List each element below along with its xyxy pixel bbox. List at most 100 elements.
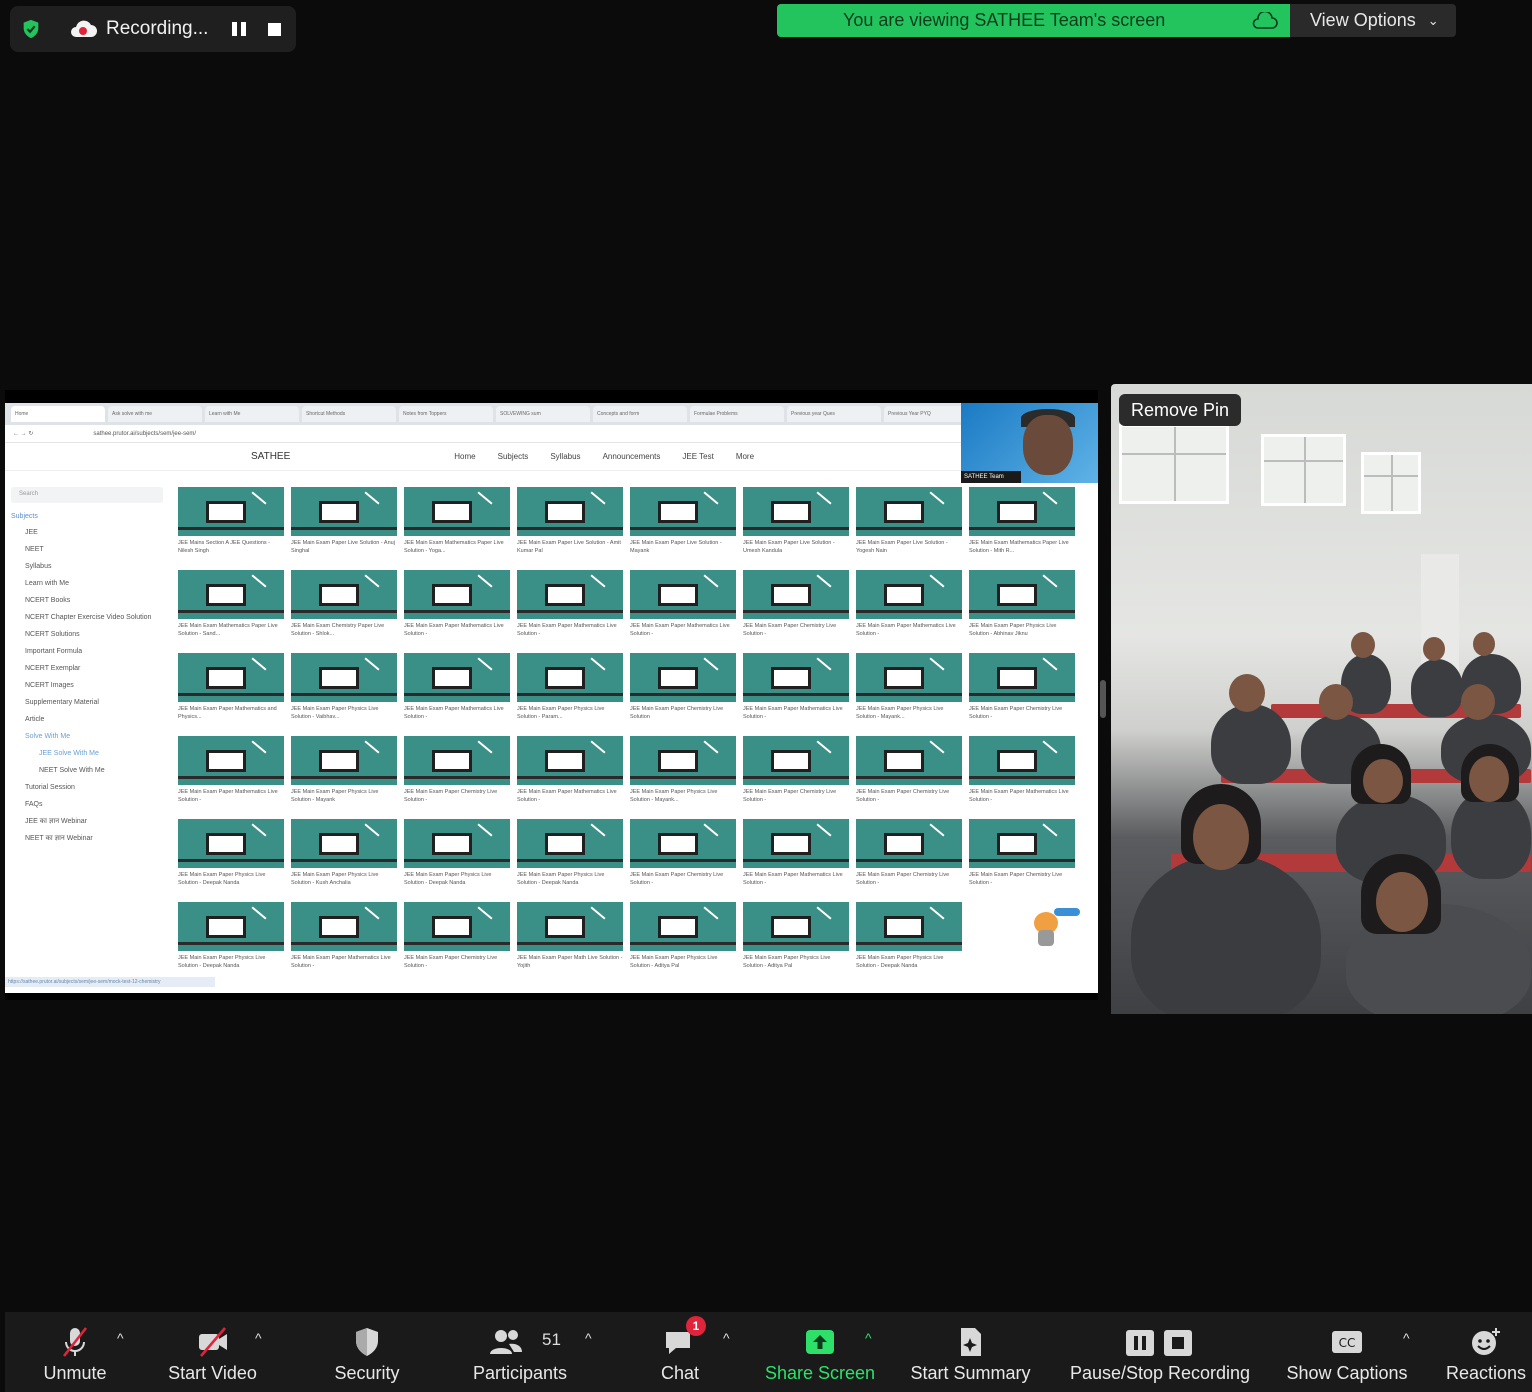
monitor-icon: [206, 667, 246, 689]
video-card: JEE Main Exam Paper Physics Live Solutio…: [178, 819, 284, 894]
video-thumbnail: [630, 819, 736, 868]
desk-shape: [969, 527, 1075, 530]
desk-shape: [969, 776, 1075, 779]
lamp-icon: [590, 657, 606, 671]
video-card-title: JEE Main Exam Paper Live Solution - Amit…: [517, 540, 621, 554]
desk-shape: [743, 776, 849, 779]
video-card: JEE Main Exam Paper Math Live Solution -…: [517, 902, 623, 977]
share-screen-button[interactable]: Share Screen: [755, 1312, 885, 1392]
subjects-sidebar: Search Subjects JEE NEET Syllabus Learn wit…: [11, 487, 163, 987]
pause-stop-recording-button[interactable]: Pause/Stop Recording: [1060, 1312, 1260, 1392]
video-card-title: JEE Main Exam Paper Live Solution - Yoge…: [856, 540, 948, 554]
video-thumbnail: [178, 653, 284, 702]
video-thumbnail: [404, 487, 510, 536]
video-card-title: JEE Main Exam Paper Mathematics Live Sol…: [969, 789, 1069, 803]
video-card: JEE Main Exam Paper Mathematics Live Sol…: [291, 902, 397, 977]
video-card: JEE Main Exam Paper Physics Live Solutio…: [291, 819, 397, 894]
remove-pin-button[interactable]: Remove Pin: [1119, 394, 1242, 426]
monitor-icon: [997, 667, 1037, 689]
chat-options-caret-icon[interactable]: ^: [723, 1330, 730, 1346]
desk-shape: [630, 693, 736, 696]
unmute-button[interactable]: Unmute: [25, 1312, 125, 1392]
browser-tab: Learn with Me: [205, 406, 299, 422]
desk-shape: [630, 942, 736, 945]
site-nav-link: Announcements: [602, 452, 661, 461]
pause-stop-icon: [1126, 1330, 1192, 1356]
video-card: JEE Main Exam Paper Physics Live Solutio…: [517, 653, 623, 728]
monitor-icon: [206, 750, 246, 772]
video-card-title: JEE Main Exam Paper Mathematics and Phys…: [178, 706, 277, 720]
monitor-icon: [319, 584, 359, 606]
security-button[interactable]: Security: [317, 1312, 417, 1392]
desk-shape: [517, 776, 623, 779]
monitor-icon: [658, 667, 698, 689]
desk-shape: [178, 859, 284, 862]
monitor-icon: [884, 833, 924, 855]
audio-options-caret-icon[interactable]: ^: [117, 1330, 124, 1346]
site-nav-link: More: [735, 452, 755, 461]
show-captions-button[interactable]: CC Show Captions: [1282, 1312, 1412, 1392]
sidebar-item: JEE Solve With Me: [39, 750, 99, 757]
lamp-icon: [251, 657, 267, 671]
lamp-icon: [703, 823, 719, 837]
chat-button[interactable]: 1 Chat: [630, 1312, 730, 1392]
start-video-button[interactable]: Start Video: [155, 1312, 270, 1392]
site-title: SATHEE: [251, 451, 291, 462]
monitor-icon: [771, 916, 811, 938]
participants-options-caret-icon[interactable]: ^: [585, 1330, 592, 1346]
pause-recording-icon[interactable]: [232, 22, 247, 36]
monitor-icon: [545, 667, 585, 689]
captions-options-caret-icon[interactable]: ^: [1403, 1330, 1410, 1346]
sidebar-item: NCERT Chapter Exercise Video Solution: [25, 614, 152, 621]
video-card-title: JEE Main Exam Paper Mathematics Live Sol…: [856, 623, 956, 637]
video-card: JEE Main Exam Paper Physics Live Solutio…: [291, 736, 397, 811]
video-card-title: JEE Main Exam Paper Mathematics Live Sol…: [517, 789, 617, 803]
video-card: JEE Main Exam Paper Chemistry Live Solut…: [630, 819, 736, 894]
student-head: [1423, 637, 1445, 661]
video-options-caret-icon[interactable]: ^: [255, 1330, 262, 1346]
desk-shape: [517, 610, 623, 613]
stop-recording-icon[interactable]: [268, 22, 282, 36]
video-card-title: JEE Main Exam Paper Chemistry Live Solut…: [404, 955, 498, 969]
lamp-icon: [703, 491, 719, 505]
reactions-button[interactable]: Reactions: [1440, 1312, 1532, 1392]
desk-shape: [856, 693, 962, 696]
window: [1361, 452, 1421, 514]
video-thumbnail: [630, 487, 736, 536]
desk-shape: [178, 942, 284, 945]
video-thumbnail: [969, 736, 1075, 785]
video-card-title: JEE Main Exam Paper Mathematics Live Sol…: [404, 623, 504, 637]
nav-arrows-icon: ← → ↻: [13, 431, 34, 437]
share-screen-label: Share Screen: [764, 1363, 876, 1383]
monitor-icon: [771, 501, 811, 523]
desk-shape: [969, 610, 1075, 613]
video-card-title: JEE Main Exam Paper Mathematics Live Sol…: [178, 789, 278, 803]
start-summary-button[interactable]: Start Summary: [903, 1312, 1038, 1392]
participants-button[interactable]: 51 Participants: [460, 1312, 580, 1392]
closed-captions-icon: CC: [1332, 1331, 1362, 1353]
desk-shape: [743, 527, 849, 530]
robot-mascot-icon: [1030, 908, 1080, 948]
lamp-icon: [477, 823, 493, 837]
video-card: JEE Main Exam Mathematics Paper Live Sol…: [404, 487, 510, 562]
video-card-title: JEE Main Exam Paper Math Live Solution -…: [517, 955, 623, 969]
lamp-icon: [477, 491, 493, 505]
lamp-icon: [477, 740, 493, 754]
lamp-icon: [590, 906, 606, 920]
view-options-button[interactable]: View Options ⌄: [1290, 4, 1456, 37]
desk-shape: [743, 942, 849, 945]
video-card-title: JEE Main Exam Mathematics Paper Live Sol…: [178, 623, 278, 637]
browser-address-bar: ← → ↻ sathee.prutor.ai/subjects/sem/jee-…: [5, 425, 1098, 443]
student-head: [1193, 804, 1249, 870]
split-divider-handle[interactable]: [1100, 680, 1106, 718]
monitor-icon: [884, 584, 924, 606]
share-options-caret-icon[interactable]: ^: [865, 1330, 872, 1346]
status-url-bar: https://sathee.prutor.ai/subjects/sem/je…: [5, 977, 215, 987]
site-nav-link: Home: [454, 452, 476, 461]
video-card-title: JEE Main Exam Paper Mathematics Live Sol…: [291, 955, 391, 969]
lamp-icon: [590, 491, 606, 505]
video-thumbnail: [969, 819, 1075, 868]
desk-shape: [969, 693, 1075, 696]
video-card-title: JEE Main Exam Paper Live Solution - Anuj…: [291, 540, 395, 554]
monitor-icon: [206, 501, 246, 523]
